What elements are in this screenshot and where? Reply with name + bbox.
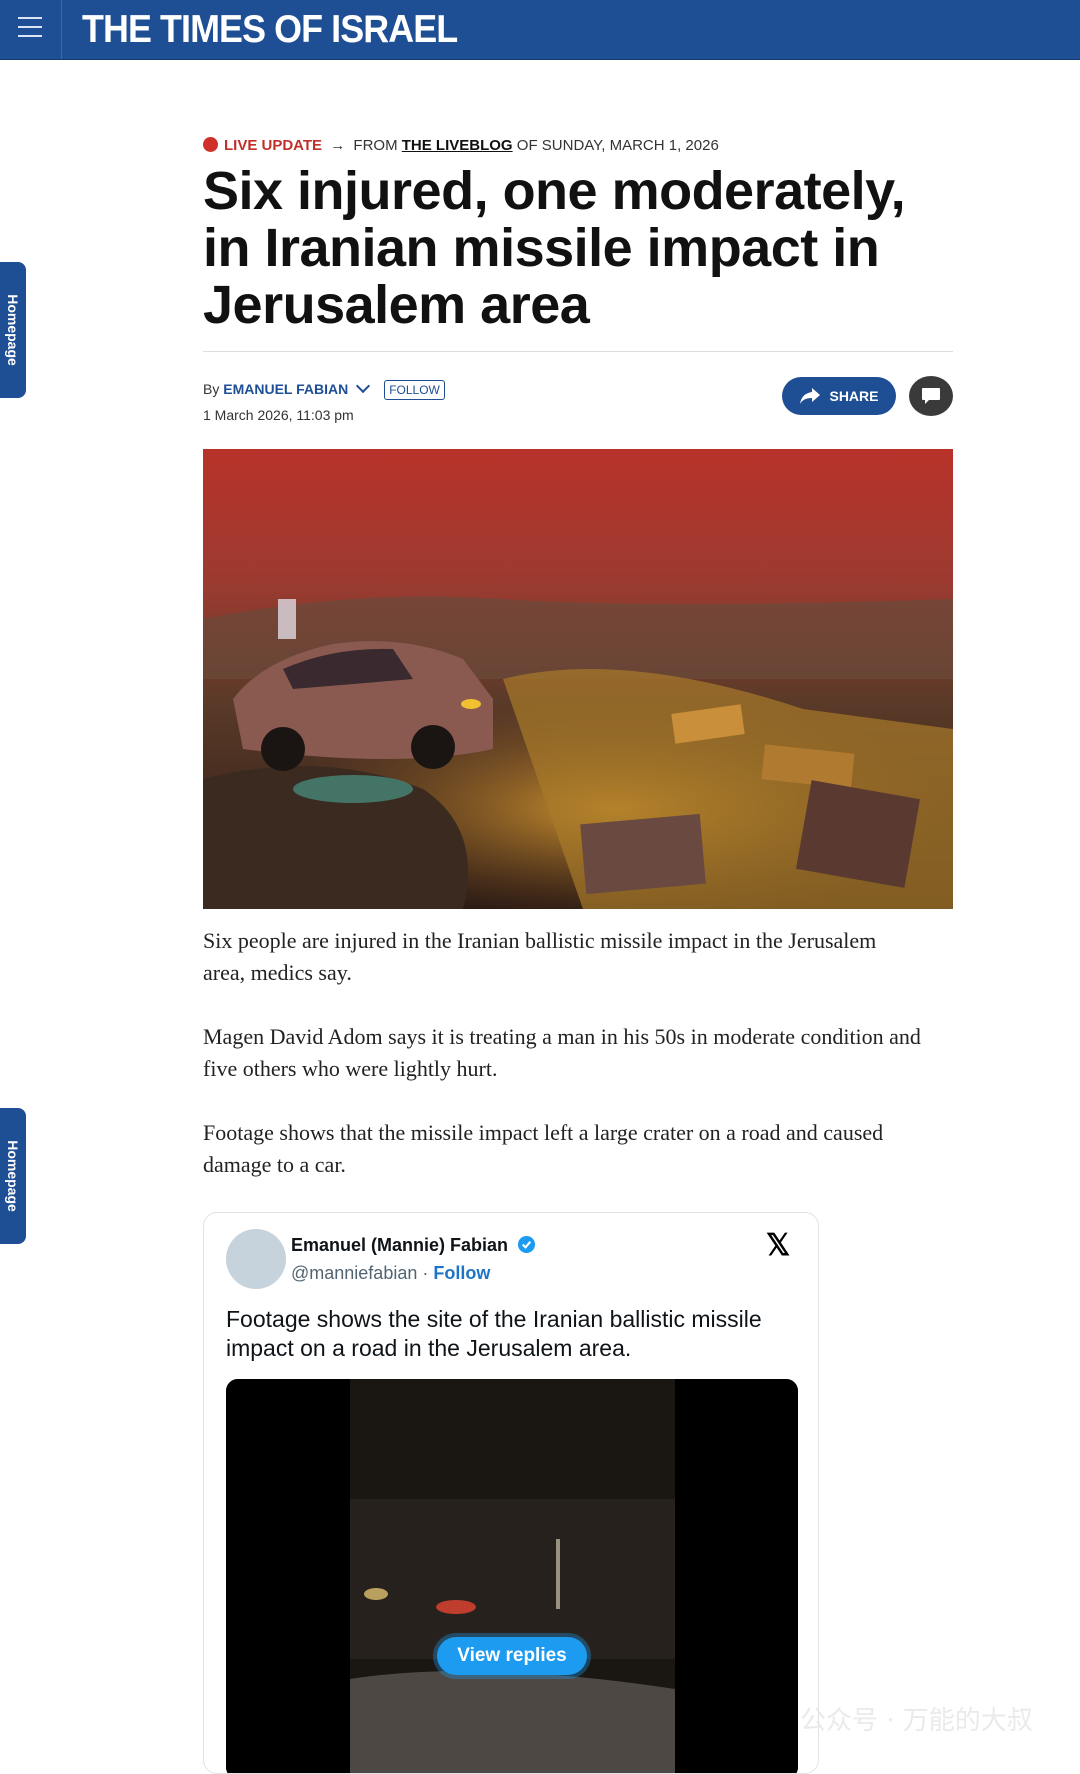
- live-dot-icon: [203, 137, 218, 152]
- watermark: 公众号 · 万能的大叔: [800, 1706, 1033, 1736]
- arrow-right-icon: →: [330, 137, 346, 154]
- side-tab-label: Homepage: [5, 294, 21, 366]
- site-logo[interactable]: THE TIMES OF ISRAEL: [82, 8, 458, 52]
- chevron-down-icon[interactable]: [356, 378, 371, 394]
- view-replies-button[interactable]: View replies: [437, 1637, 587, 1675]
- menu-icon[interactable]: [18, 17, 46, 41]
- tweet-video[interactable]: View replies: [226, 1379, 798, 1773]
- side-tab-label: Homepage: [5, 1140, 21, 1212]
- handle-separator: ·: [422, 1263, 429, 1283]
- share-button[interactable]: SHARE: [782, 377, 896, 415]
- share-label: SHARE: [829, 388, 879, 404]
- author-link[interactable]: EMANUEL FABIAN: [223, 381, 348, 397]
- headline-divider: [203, 351, 953, 352]
- tweet-text: Footage shows the site of the Iranian ba…: [226, 1306, 762, 1361]
- liveblog-date: OF SUNDAY, MARCH 1, 2026: [516, 137, 719, 154]
- tweet-author-name[interactable]: Emanuel (Mannie) Fabian: [291, 1235, 536, 1256]
- tweet-video-frame: [226, 1379, 798, 1773]
- article-headline: Six injured, one moderately, in Iranian …: [203, 161, 906, 335]
- publish-date: 1 March 2026, 11:03 pm: [203, 407, 354, 423]
- liveblog-link[interactable]: THE LIVEBLOG: [402, 137, 513, 154]
- verified-badge-icon: [517, 1235, 536, 1254]
- article-paragraph: Footage shows that the missile impact le…: [203, 1120, 884, 1177]
- follow-author-button[interactable]: FOLLOW: [384, 380, 445, 400]
- byline: By EMANUEL FABIAN FOLLOW: [203, 378, 445, 400]
- x-logo-icon[interactable]: 𝕏: [766, 1231, 790, 1261]
- tweet-handle[interactable]: @manniefabian: [291, 1263, 417, 1283]
- article-paragraph: Six people are injured in the Iranian ba…: [203, 928, 877, 985]
- homepage-side-tab-upper[interactable]: Homepage: [0, 262, 26, 398]
- article-paragraph: Magen David Adom says it is treating a m…: [203, 1024, 921, 1081]
- tweet-handle-row: @manniefabian · Follow: [291, 1263, 490, 1284]
- site-header: THE TIMES OF ISRAEL: [0, 0, 1080, 60]
- comments-button[interactable]: [909, 376, 953, 416]
- tweet-author-name-text: Emanuel (Mannie) Fabian: [291, 1235, 509, 1255]
- homepage-side-tab-lower[interactable]: Homepage: [0, 1108, 26, 1244]
- missile-impact-photo: [203, 449, 953, 909]
- live-update-kicker: LIVE UPDATE → FROM THE LIVEBLOG OF SUNDA…: [203, 137, 719, 154]
- embedded-tweet[interactable]: Emanuel (Mannie) Fabian @manniefabian · …: [203, 1212, 819, 1774]
- share-arrow-icon: [800, 388, 821, 404]
- live-update-label: LIVE UPDATE: [224, 137, 323, 154]
- comment-bubble-icon: [922, 388, 940, 404]
- byline-by: By: [203, 381, 220, 397]
- header-divider: [61, 0, 62, 59]
- article-photo[interactable]: [203, 449, 953, 909]
- tweet-avatar[interactable]: [226, 1229, 286, 1289]
- tweet-follow-link[interactable]: Follow: [433, 1263, 490, 1283]
- from-label: FROM: [353, 137, 398, 154]
